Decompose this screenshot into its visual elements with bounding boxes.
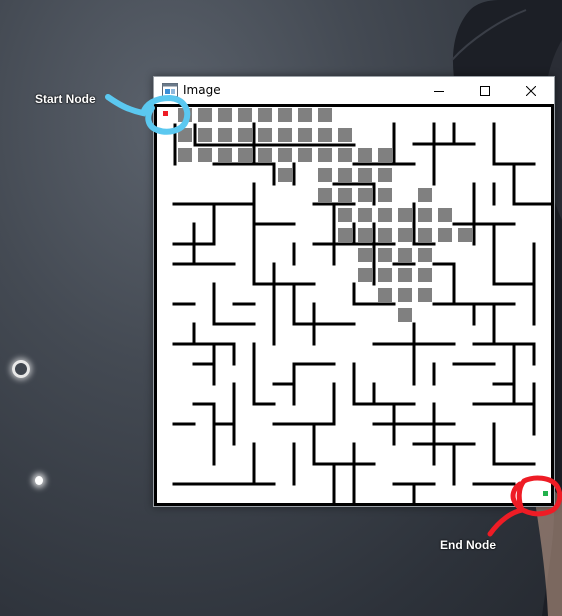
path-cell bbox=[398, 248, 412, 262]
path-cell bbox=[238, 148, 252, 162]
path-cell bbox=[298, 148, 312, 162]
path-cell bbox=[278, 108, 292, 122]
path-cell bbox=[378, 248, 392, 262]
path-cell bbox=[198, 128, 212, 142]
path-cell bbox=[298, 108, 312, 122]
path-cell bbox=[218, 108, 232, 122]
path-cell bbox=[398, 208, 412, 222]
path-cell bbox=[438, 208, 452, 222]
path-cell bbox=[258, 148, 272, 162]
path-cell bbox=[338, 188, 352, 202]
close-icon bbox=[526, 85, 536, 96]
path-cell bbox=[418, 208, 432, 222]
path-cell bbox=[258, 128, 272, 142]
path-cell bbox=[318, 108, 332, 122]
window-titlebar[interactable]: Image bbox=[154, 77, 554, 104]
path-cell bbox=[218, 148, 232, 162]
path-cell bbox=[398, 288, 412, 302]
path-cell bbox=[358, 248, 372, 262]
path-cell bbox=[318, 188, 332, 202]
path-cell bbox=[178, 108, 192, 122]
path-cell bbox=[378, 188, 392, 202]
path-cell bbox=[418, 268, 432, 282]
path-cell bbox=[338, 208, 352, 222]
maximize-icon bbox=[480, 85, 490, 96]
path-cell bbox=[378, 148, 392, 162]
path-cell bbox=[398, 308, 412, 322]
path-cell bbox=[298, 128, 312, 142]
path-cell bbox=[358, 168, 372, 182]
minimize-button[interactable] bbox=[416, 77, 462, 104]
path-cell bbox=[358, 208, 372, 222]
path-cell bbox=[238, 108, 252, 122]
minimize-icon bbox=[434, 90, 444, 92]
path-cell bbox=[178, 128, 192, 142]
light-dot-decoration bbox=[35, 476, 43, 485]
path-cell bbox=[318, 148, 332, 162]
path-cell bbox=[418, 228, 432, 242]
light-ring-decoration bbox=[12, 360, 30, 378]
path-cell bbox=[198, 148, 212, 162]
path-cell bbox=[238, 128, 252, 142]
path-cell bbox=[398, 228, 412, 242]
path-cell bbox=[358, 188, 372, 202]
image-app-icon bbox=[162, 83, 178, 97]
path-cell bbox=[378, 208, 392, 222]
path-cell bbox=[458, 228, 472, 242]
path-cell bbox=[278, 168, 292, 182]
path-cell bbox=[378, 228, 392, 242]
path-cell bbox=[278, 148, 292, 162]
path-cell bbox=[198, 108, 212, 122]
end-node-marker bbox=[543, 491, 548, 496]
image-window: Image bbox=[153, 76, 555, 507]
path-cell bbox=[358, 148, 372, 162]
path-cell bbox=[318, 168, 332, 182]
path-cell bbox=[358, 228, 372, 242]
path-cell bbox=[438, 228, 452, 242]
path-cell bbox=[338, 168, 352, 182]
path-cell bbox=[318, 128, 332, 142]
path-cell bbox=[218, 128, 232, 142]
path-cell bbox=[418, 288, 432, 302]
start-node-label: Start Node bbox=[35, 92, 96, 106]
path-cell bbox=[378, 268, 392, 282]
maximize-button[interactable] bbox=[462, 77, 508, 104]
path-cell bbox=[378, 288, 392, 302]
path-cell bbox=[358, 268, 372, 282]
path-cell bbox=[258, 108, 272, 122]
close-button[interactable] bbox=[508, 77, 554, 104]
path-cell bbox=[178, 148, 192, 162]
end-node-label: End Node bbox=[440, 538, 496, 552]
path-cell bbox=[418, 188, 432, 202]
path-cell bbox=[338, 128, 352, 142]
path-cell bbox=[418, 248, 432, 262]
path-cell bbox=[338, 228, 352, 242]
path-cell bbox=[398, 268, 412, 282]
path-cell bbox=[278, 128, 292, 142]
maze-image bbox=[154, 104, 554, 506]
path-cell bbox=[338, 148, 352, 162]
maze-walls bbox=[154, 104, 554, 506]
start-node-marker bbox=[163, 111, 168, 116]
path-cell bbox=[378, 168, 392, 182]
window-title: Image bbox=[183, 83, 221, 97]
